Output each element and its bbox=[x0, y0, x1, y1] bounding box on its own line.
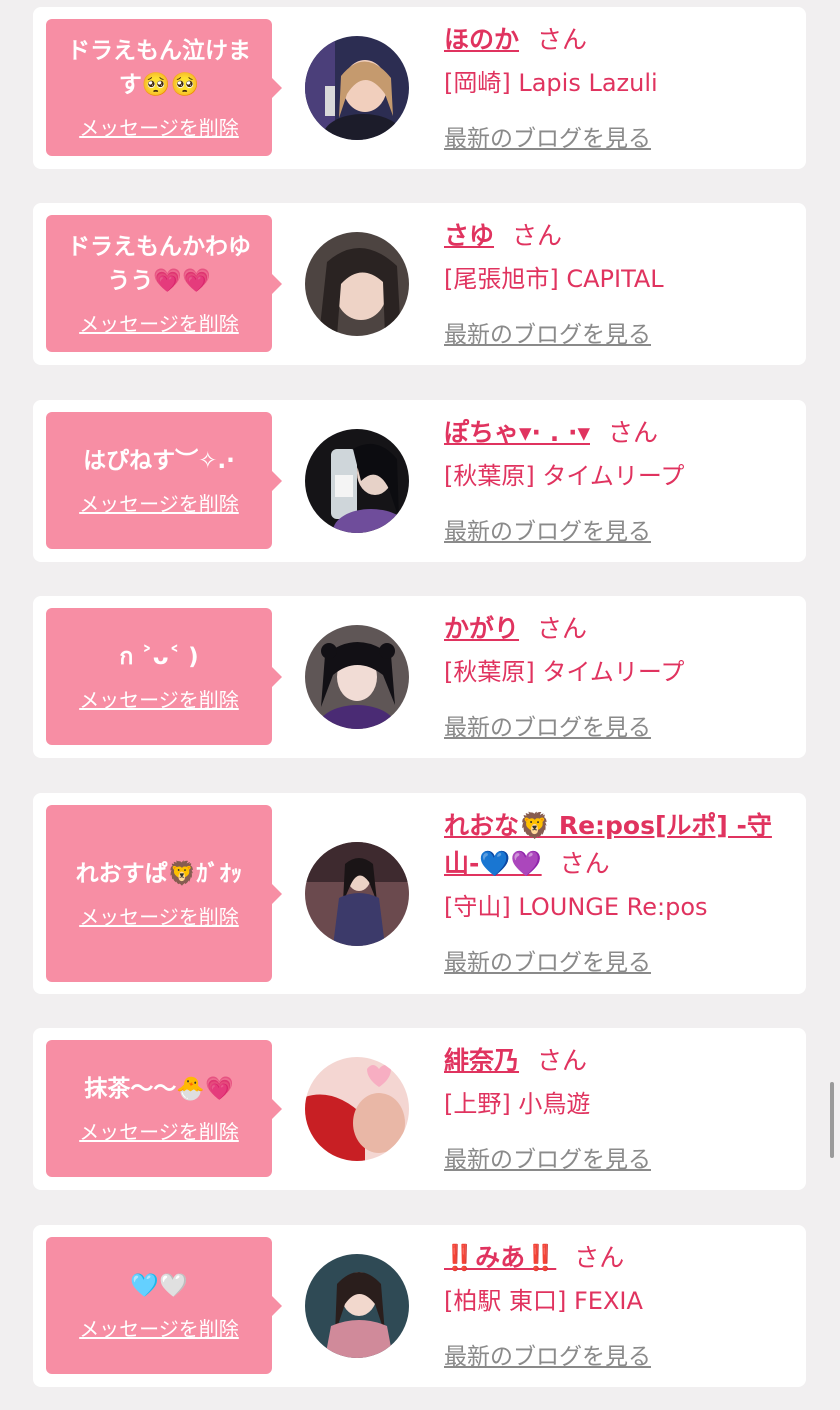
delete-message-link[interactable]: メッセージを削除 bbox=[79, 488, 239, 517]
message-bubble: ก ˃ᴗ˂ ) メッセージを削除 bbox=[46, 608, 282, 745]
delete-message-link[interactable]: メッセージを削除 bbox=[79, 308, 239, 337]
message-card: ก ˃ᴗ˂ ) メッセージを削除 かがり さん [秋葉原] タイムリープ 最新のブ… bbox=[33, 596, 806, 758]
cast-info: れおな🦁 Re:pos[ルポ] -守山-💙💜 さん [守山] LOUNGE Re:… bbox=[444, 807, 794, 977]
message-bubble: ドラえもんかわゆうう💗💗 メッセージを削除 bbox=[46, 215, 282, 352]
honorific-label: さん bbox=[608, 418, 659, 447]
delete-message-link[interactable]: メッセージを削除 bbox=[79, 112, 239, 141]
shop-label: [岡崎] Lapis Lazuli bbox=[444, 69, 658, 97]
message-text: 抹茶〜〜🐣💗 bbox=[84, 1076, 234, 1102]
message-bubble: 抹茶〜〜🐣💗 メッセージを削除 bbox=[46, 1040, 282, 1177]
cast-info: ぽちゃ▾· . ·▾ さん [秋葉原] タイムリープ 最新のブログを見る bbox=[444, 414, 794, 546]
cast-info: かがり さん [秋葉原] タイムリープ 最新のブログを見る bbox=[444, 610, 794, 742]
shop-label: [柏駅 東口] FEXIA bbox=[444, 1287, 643, 1315]
avatar[interactable] bbox=[305, 232, 409, 336]
honorific-label: さん bbox=[559, 849, 610, 878]
honorific-label: さん bbox=[537, 25, 588, 54]
avatar[interactable] bbox=[305, 1057, 409, 1161]
message-text: ก ˃ᴗ˂ ) bbox=[119, 644, 199, 670]
cast-info: ‼️みあ‼️ さん [柏駅 東口] FEXIA 最新のブログを見る bbox=[444, 1239, 794, 1371]
message-card: はぴねす︶✧.· メッセージを削除 ぽちゃ▾· . ·▾ さん [秋葉原] タイム… bbox=[33, 400, 806, 562]
delete-message-link[interactable]: メッセージを削除 bbox=[79, 1313, 239, 1342]
message-text: はぴねす︶✧.· bbox=[83, 448, 235, 474]
latest-blog-link[interactable]: 最新のブログを見る bbox=[444, 119, 651, 153]
honorific-label: さん bbox=[574, 1243, 625, 1272]
avatar[interactable] bbox=[305, 429, 409, 533]
delete-message-link[interactable]: メッセージを削除 bbox=[79, 684, 239, 713]
cast-name-link[interactable]: かがり bbox=[444, 614, 519, 643]
message-text: ドラえもん泣けます🥺🥺 bbox=[67, 38, 251, 98]
cast-name-link[interactable]: ほのか bbox=[444, 25, 519, 54]
message-bubble: はぴねす︶✧.· メッセージを削除 bbox=[46, 412, 282, 549]
latest-blog-link[interactable]: 最新のブログを見る bbox=[444, 512, 651, 546]
honorific-label: さん bbox=[537, 614, 588, 643]
cast-info: さゆ さん [尾張旭市] CAPITAL 最新のブログを見る bbox=[444, 217, 794, 349]
message-bubble: れおすぱ🦁ｶﾞｵｯ メッセージを削除 bbox=[46, 805, 282, 982]
latest-blog-link[interactable]: 最新のブログを見る bbox=[444, 708, 651, 742]
latest-blog-link[interactable]: 最新のブログを見る bbox=[444, 1337, 651, 1371]
message-text: れおすぱ🦁ｶﾞｵｯ bbox=[75, 861, 243, 887]
honorific-label: さん bbox=[537, 1046, 588, 1075]
message-text: ドラえもんかわゆうう💗💗 bbox=[67, 234, 251, 294]
avatar[interactable] bbox=[305, 842, 409, 946]
avatar[interactable] bbox=[305, 36, 409, 140]
scrollbar[interactable] bbox=[830, 1082, 834, 1158]
honorific-label: さん bbox=[512, 221, 563, 250]
shop-label: [秋葉原] タイムリープ bbox=[444, 658, 685, 686]
shop-label: [秋葉原] タイムリープ bbox=[444, 462, 685, 490]
message-card: 🩵🤍 メッセージを削除 ‼️みあ‼️ さん [柏駅 東口] FEXIA 最新のブロ… bbox=[33, 1225, 806, 1387]
latest-blog-link[interactable]: 最新のブログを見る bbox=[444, 943, 651, 977]
cast-name-link[interactable]: さゆ bbox=[444, 221, 494, 250]
latest-blog-link[interactable]: 最新のブログを見る bbox=[444, 315, 651, 349]
message-card: ドラえもんかわゆうう💗💗 メッセージを削除 さゆ さん [尾張旭市] CAPITA… bbox=[33, 203, 806, 365]
shop-label: [上野] 小鳥遊 bbox=[444, 1090, 591, 1118]
delete-message-link[interactable]: メッセージを削除 bbox=[79, 1116, 239, 1145]
cast-name-link[interactable]: ‼️みあ‼️ bbox=[444, 1243, 556, 1272]
shop-label: [尾張旭市] CAPITAL bbox=[444, 265, 664, 293]
cast-info: 緋奈乃 さん [上野] 小鳥遊 最新のブログを見る bbox=[444, 1042, 794, 1174]
message-bubble: 🩵🤍 メッセージを削除 bbox=[46, 1237, 282, 1374]
avatar[interactable] bbox=[305, 1254, 409, 1358]
message-bubble: ドラえもん泣けます🥺🥺 メッセージを削除 bbox=[46, 19, 282, 156]
shop-label: [守山] LOUNGE Re:pos bbox=[444, 893, 708, 921]
cast-name-link[interactable]: ぽちゃ▾· . ·▾ bbox=[444, 418, 590, 447]
message-card: れおすぱ🦁ｶﾞｵｯ メッセージを削除 れおな🦁 Re:pos[ルポ] -守山-💙… bbox=[33, 793, 806, 994]
message-card: ドラえもん泣けます🥺🥺 メッセージを削除 ほのか さん [岡崎] Lapis La… bbox=[33, 7, 806, 169]
latest-blog-link[interactable]: 最新のブログを見る bbox=[444, 1140, 651, 1174]
message-card: 抹茶〜〜🐣💗 メッセージを削除 緋奈乃 さん [上野] 小鳥遊 最新のブログを見る bbox=[33, 1028, 806, 1190]
cast-name-link[interactable]: 緋奈乃 bbox=[444, 1046, 519, 1075]
avatar[interactable] bbox=[305, 625, 409, 729]
message-text: 🩵🤍 bbox=[130, 1273, 188, 1299]
cast-info: ほのか さん [岡崎] Lapis Lazuli 最新のブログを見る bbox=[444, 21, 794, 153]
delete-message-link[interactable]: メッセージを削除 bbox=[79, 901, 239, 930]
